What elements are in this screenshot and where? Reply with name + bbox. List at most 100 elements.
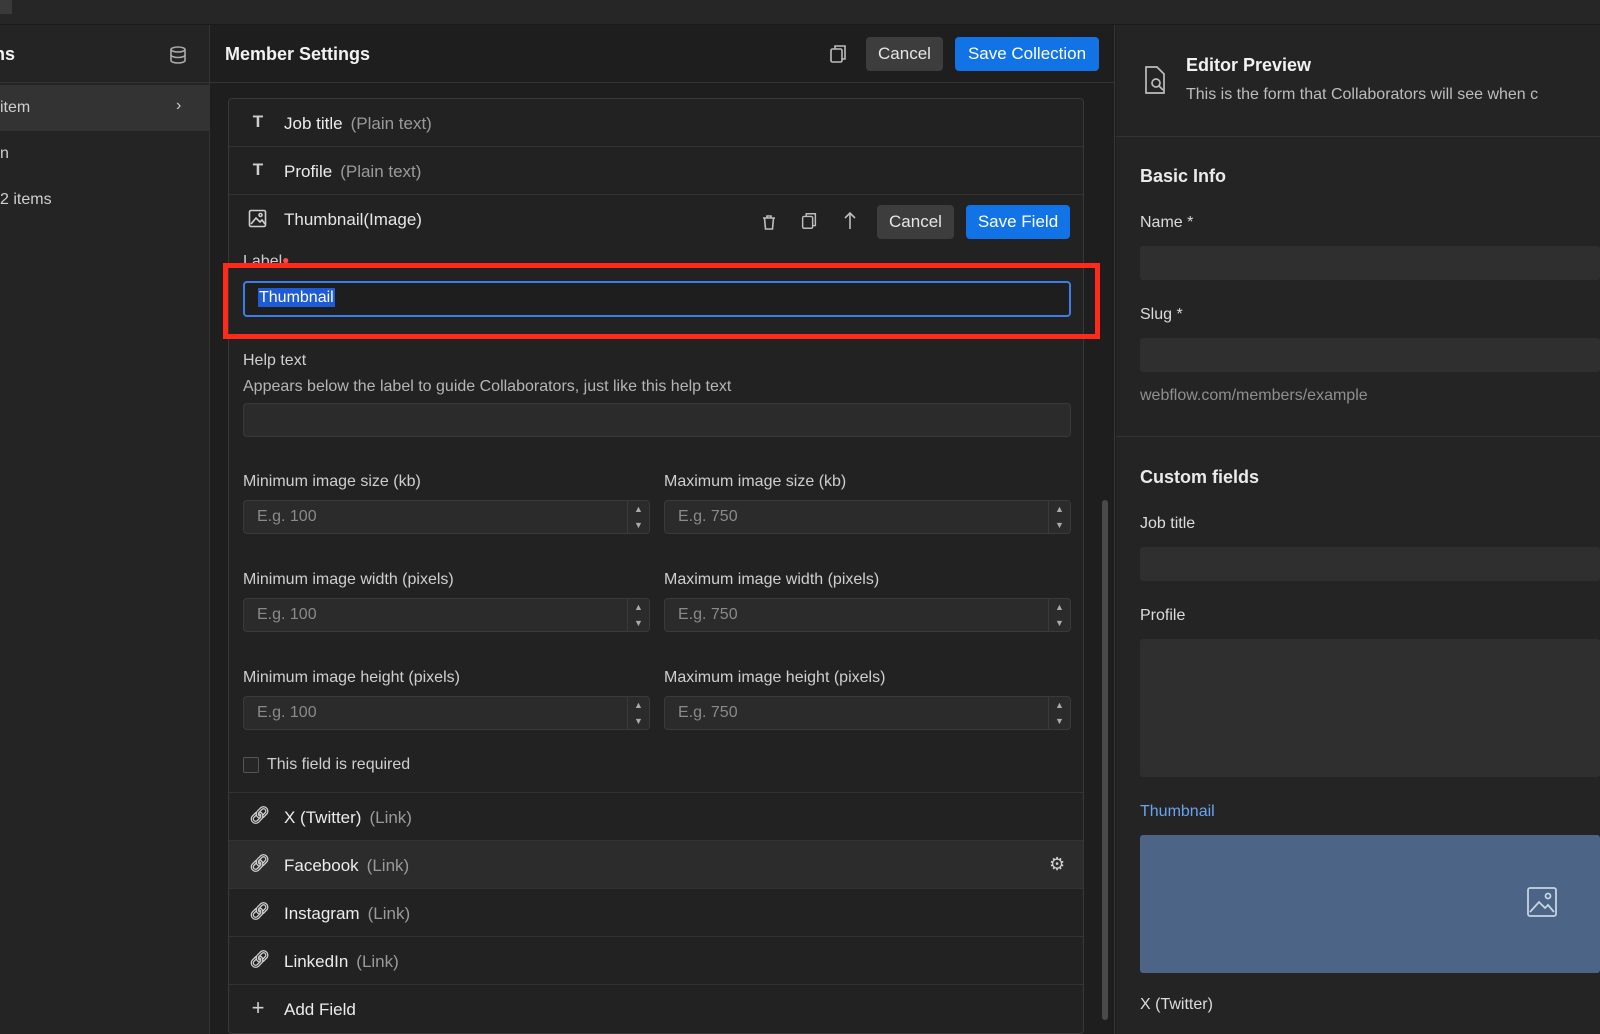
field-type: (Link) — [366, 856, 410, 875]
save-collection-button[interactable]: Save Collection — [955, 37, 1099, 71]
max-size-label: Maximum image size (kb) — [664, 473, 847, 490]
help-text-title: Help text — [243, 352, 307, 369]
profile-label: Profile — [1140, 607, 1186, 624]
document-search-icon — [1145, 66, 1165, 94]
thumbnail-preview-dropzone[interactable] — [1140, 835, 1600, 973]
max-width-input[interactable]: E.g. 750 ▲ ▼ — [664, 598, 1071, 632]
text-type-icon: T — [252, 112, 264, 131]
image-type-icon — [248, 209, 267, 228]
placeholder: E.g. 100 — [257, 606, 317, 623]
link-icon: 🔗︎ — [249, 902, 271, 921]
field-row-instagram[interactable]: 🔗︎ Instagram (Link) — [229, 889, 1083, 937]
link-icon: 🔗︎ — [249, 950, 271, 969]
max-height-label: Maximum image height (pixels) — [664, 669, 886, 686]
min-height-input[interactable]: E.g. 100 ▲ ▼ — [243, 696, 650, 730]
required-checkbox[interactable] — [243, 757, 259, 773]
field-row-job-title[interactable]: T Job title (Plain text) — [229, 99, 1083, 147]
max-height-input[interactable]: E.g. 750 ▲ ▼ — [664, 696, 1071, 730]
database-icon[interactable] — [168, 45, 188, 65]
sidebar-item-label: n — [0, 145, 9, 162]
preview-subtitle: This is the form that Collaborators will… — [1186, 86, 1539, 103]
name-label: Name * — [1140, 214, 1194, 231]
cancel-button[interactable]: Cancel — [866, 37, 943, 71]
collections-sidebar: ns item › n 2 items — [0, 25, 210, 1034]
settings-header: Member Settings Cancel Save Collection — [210, 25, 1114, 83]
basic-info-heading: Basic Info — [1140, 166, 1227, 186]
min-height-label: Minimum image height (pixels) — [243, 669, 460, 686]
profile-preview-textarea[interactable] — [1140, 639, 1600, 777]
duplicate-icon[interactable] — [827, 43, 849, 65]
max-width-label: Maximum image width (pixels) — [664, 571, 880, 588]
sidebar-title: ns — [0, 44, 16, 64]
stepper-up-icon[interactable]: ▲ — [1049, 501, 1070, 517]
number-stepper[interactable]: ▲ ▼ — [627, 599, 649, 631]
sidebar-item-n[interactable]: n — [0, 131, 209, 177]
page-title: Member Settings — [225, 44, 371, 64]
stepper-down-icon[interactable]: ▼ — [628, 517, 649, 533]
field-name: LinkedIn — [284, 952, 349, 971]
field-row-twitter[interactable]: 🔗︎ X (Twitter) (Link) — [229, 793, 1083, 841]
field-editor-thumbnail: Thumbnail(Image) Cancel Save Field Label… — [223, 195, 1100, 793]
sidebar-item-2-items[interactable]: 2 items — [0, 177, 209, 223]
gear-icon[interactable]: ⚙ — [1049, 854, 1065, 875]
save-field-button[interactable]: Save Field — [966, 205, 1070, 239]
stepper-down-icon[interactable]: ▼ — [1049, 517, 1070, 533]
stepper-up-icon[interactable]: ▲ — [1049, 599, 1070, 615]
stepper-down-icon[interactable]: ▼ — [628, 713, 649, 729]
sidebar-item-label: item — [0, 99, 31, 116]
add-field-button[interactable]: + Add Field — [229, 985, 1083, 1033]
min-width-label: Minimum image width (pixels) — [243, 571, 454, 588]
duplicate-field-icon[interactable] — [799, 211, 819, 231]
field-row-linkedin[interactable]: 🔗︎ LinkedIn (Link) — [229, 937, 1083, 985]
help-text-input[interactable] — [243, 403, 1071, 437]
min-width-input[interactable]: E.g. 100 ▲ ▼ — [243, 598, 650, 632]
min-size-input[interactable]: E.g. 100 ▲ ▼ — [243, 500, 650, 534]
number-stepper[interactable]: ▲ ▼ — [1048, 501, 1070, 533]
trash-icon[interactable] — [759, 212, 779, 232]
add-field-label: Add Field — [284, 1000, 356, 1019]
cancel-field-button[interactable]: Cancel — [877, 205, 954, 239]
stepper-up-icon[interactable]: ▲ — [628, 599, 649, 615]
stepper-up-icon[interactable]: ▲ — [628, 501, 649, 517]
field-card: T Job title (Plain text) T Profile (Plain … — [223, 98, 1100, 1034]
max-size-input[interactable]: E.g. 750 ▲ ▼ — [664, 500, 1071, 534]
field-row-facebook[interactable]: 🔗︎ Facebook (Link) ⚙ — [229, 841, 1083, 889]
scrollbar[interactable] — [1102, 500, 1108, 1020]
number-stepper[interactable]: ▲ ▼ — [627, 697, 649, 729]
stepper-down-icon[interactable]: ▼ — [1049, 615, 1070, 631]
stepper-up-icon[interactable]: ▲ — [628, 697, 649, 713]
editor-preview-panel: Editor Preview This is the form that Col… — [1116, 25, 1600, 1034]
divider — [1116, 436, 1600, 437]
stepper-down-icon[interactable]: ▼ — [1049, 713, 1070, 729]
min-size-label: Minimum image size (kb) — [243, 473, 421, 490]
placeholder: E.g. 100 — [257, 508, 317, 525]
job-title-preview-input[interactable] — [1140, 547, 1600, 581]
help-text-description: Appears below the label to guide Collabo… — [243, 378, 732, 395]
move-icon[interactable] — [840, 211, 860, 231]
sidebar-item-label: 2 items — [0, 191, 52, 208]
field-name: Facebook — [284, 856, 359, 875]
sidebar-item-item[interactable]: item › — [0, 85, 209, 131]
number-stepper[interactable]: ▲ ▼ — [1048, 599, 1070, 631]
thumbnail-label: Thumbnail — [1140, 803, 1215, 820]
field-type: (Link) — [356, 952, 399, 971]
number-stepper[interactable]: ▲ ▼ — [1048, 697, 1070, 729]
number-stepper[interactable]: ▲ ▼ — [627, 501, 649, 533]
preview-title: Editor Preview — [1186, 55, 1312, 75]
stepper-down-icon[interactable]: ▼ — [628, 615, 649, 631]
placeholder: E.g. 100 — [257, 704, 317, 721]
member-settings-panel: Member Settings Cancel Save Collection T… — [210, 25, 1115, 1034]
label-input[interactable]: Thumbnail — [243, 281, 1071, 317]
name-preview-input[interactable] — [1140, 246, 1600, 280]
field-name: X (Twitter) — [284, 808, 362, 827]
top-bar-stub — [0, 0, 12, 14]
stepper-up-icon[interactable]: ▲ — [1049, 697, 1070, 713]
field-type: (Link) — [367, 904, 411, 923]
twitter-label: X (Twitter) — [1140, 996, 1213, 1013]
field-type: (Link) — [369, 808, 412, 827]
slug-preview-input[interactable] — [1140, 338, 1600, 372]
preview-header: Editor Preview This is the form that Col… — [1116, 25, 1600, 137]
link-icon: 🔗︎ — [249, 854, 271, 873]
field-name: Job title — [284, 114, 343, 133]
field-row-profile[interactable]: T Profile (Plain text) — [229, 147, 1083, 195]
